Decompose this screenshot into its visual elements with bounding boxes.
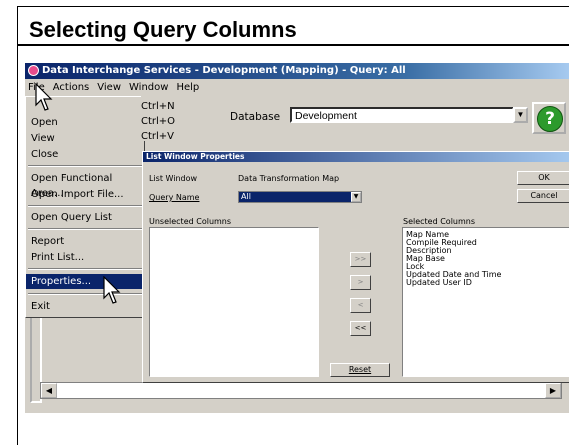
menu-separator	[28, 165, 142, 167]
help-icon: ?	[537, 106, 563, 132]
menu-separator	[28, 268, 142, 270]
menu-item-properties[interactable]: Properties...	[26, 274, 144, 289]
menu-shortcuts: Ctrl+N Ctrl+O Ctrl+V	[141, 96, 176, 142]
menu-separator	[28, 205, 142, 207]
horizontal-scrollbar[interactable]: ◀ ▶	[40, 382, 562, 399]
unselected-columns-label: Unselected Columns	[149, 217, 232, 226]
menu-item-exit[interactable]: Exit	[26, 299, 144, 314]
query-name-label: Query Name	[149, 193, 200, 202]
app-screenshot: Data Interchange Services - Development …	[25, 63, 569, 413]
unselected-columns-list[interactable]	[149, 227, 319, 377]
menu-item-open-import-file[interactable]: Open Import File...	[26, 187, 144, 202]
database-label: Database	[230, 111, 281, 123]
file-menu: Open View Close Open Functional Area... …	[25, 96, 145, 318]
menu-item-close[interactable]: Close	[26, 147, 144, 162]
menu-item-open-query-list[interactable]: Open Query List	[26, 210, 144, 225]
shortcut-open: Ctrl+O	[141, 116, 176, 127]
menu-bar: FileActionsViewWindowHelp	[25, 79, 569, 96]
menu-item-open[interactable]: Open	[26, 115, 144, 130]
ok-button[interactable]: OK	[517, 171, 569, 185]
menu-item-open-functional-area[interactable]: Open Functional Area...	[26, 171, 144, 199]
list-window-properties-dialog: List Window Properties List Window Data …	[142, 151, 569, 383]
move-right-button[interactable]: >	[350, 275, 371, 290]
slide-title: Selecting Query Columns	[29, 17, 297, 42]
window-title: Data Interchange Services - Development …	[42, 65, 406, 76]
help-button[interactable]: ?	[532, 102, 566, 134]
database-select[interactable]: Development	[290, 107, 514, 123]
chevron-down-icon[interactable]: ▼	[351, 192, 361, 202]
reset-button[interactable]: Reset	[330, 363, 390, 377]
mouse-pointer-icon	[35, 83, 53, 111]
menu-item-report[interactable]: Report	[26, 234, 144, 249]
scroll-right-icon[interactable]: ▶	[545, 383, 561, 398]
menu-item-view[interactable]: View	[26, 131, 144, 146]
menu-window[interactable]: Window	[125, 79, 172, 96]
shortcut-new: Ctrl+N	[141, 101, 175, 112]
selected-columns-list[interactable]: Map Name Compile Required Description Ma…	[402, 227, 569, 377]
menu-separator	[28, 228, 142, 230]
list-item[interactable]: Updated User ID	[403, 279, 569, 287]
scroll-left-icon[interactable]: ◀	[41, 383, 57, 398]
database-dropdown-button[interactable]: ▼	[513, 107, 528, 123]
shortcut-view: Ctrl+V	[141, 131, 175, 142]
list-item[interactable]: Map Base	[403, 255, 569, 263]
move-all-right-button[interactable]: >>	[350, 252, 371, 267]
dialog-title: List Window Properties	[143, 152, 569, 162]
app-icon	[28, 65, 39, 76]
title-rule	[17, 44, 569, 46]
window-titlebar: Data Interchange Services - Development …	[25, 63, 569, 79]
list-window-value: Data Transformation Map	[238, 174, 340, 183]
query-name-select[interactable]: All	[238, 191, 362, 203]
menu-help[interactable]: Help	[172, 79, 203, 96]
cancel-button[interactable]: Cancel	[517, 189, 569, 203]
menu-actions[interactable]: Actions	[49, 79, 94, 96]
mouse-pointer-icon	[103, 276, 121, 304]
move-all-left-button[interactable]: <<	[350, 321, 371, 336]
menu-item-print-list[interactable]: Print List...	[26, 250, 144, 265]
menu-view[interactable]: View	[93, 79, 125, 96]
move-left-button[interactable]: <	[350, 298, 371, 313]
chevron-down-icon: ▼	[516, 110, 525, 119]
list-window-label: List Window	[149, 174, 198, 183]
selected-columns-label: Selected Columns	[403, 217, 476, 226]
